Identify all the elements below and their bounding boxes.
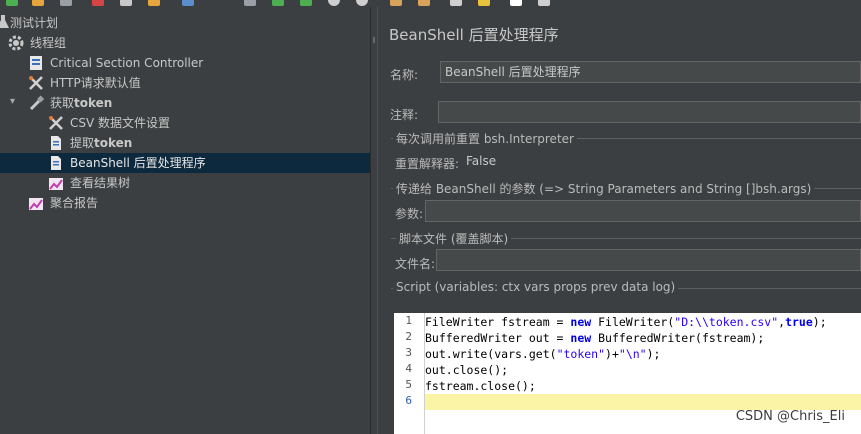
tree-item-csv-config[interactable]: CSV 数据文件设置 — [0, 113, 370, 133]
comment-field[interactable] — [438, 101, 861, 123]
file-group-title: 脚本文件 (覆盖脚本) — [396, 230, 512, 247]
clear-all-icon[interactable] — [478, 0, 490, 6]
code-line[interactable]: out.close(); — [425, 362, 861, 378]
start-icon[interactable] — [272, 0, 284, 6]
gear-icon — [8, 35, 24, 51]
code-line[interactable]: BufferedWriter out = new BufferedWriter(… — [425, 330, 861, 346]
dropper-icon — [28, 95, 45, 111]
shutdown-icon[interactable] — [356, 0, 368, 6]
tree-item-label: 提取token — [70, 136, 133, 150]
params-group-title: 传递给 BeanShell 的参数 (=> String Parameters … — [393, 180, 815, 197]
remote-start-icon[interactable] — [390, 0, 402, 6]
watermark: CSDN @Chris_Eli — [735, 409, 845, 424]
tree-item-extract-token[interactable]: 提取token — [0, 133, 370, 153]
start-no-pause-icon[interactable] — [300, 0, 312, 6]
reset-label: 重置解释器: — [395, 157, 460, 171]
run-icon[interactable] — [6, 0, 18, 6]
line-number: 6 — [405, 394, 412, 407]
name-field[interactable]: BeanShell 后置处理程序 — [440, 61, 861, 83]
test-plan-tree: 测试计划 线程组 Critical Section Controller HTT… — [0, 7, 370, 434]
line-number-gutter: 1 2 3 4 5 6 — [394, 313, 425, 434]
wrench-icon — [28, 75, 44, 91]
tree-item-label: HTTP请求默认值 — [50, 76, 141, 90]
filename-label: 文件名: — [395, 257, 436, 271]
name-label: 名称: — [390, 68, 419, 82]
toolbar — [0, 0, 861, 7]
current-code-line[interactable] — [425, 394, 861, 410]
tree-item-label: BeanShell 后置处理程序 — [70, 156, 206, 170]
tree-item-label: 聚合报告 — [50, 196, 99, 210]
tree-item-aggregate-report[interactable]: 聚合报告 — [0, 193, 370, 213]
page-title: BeanShell 后置处理程序 — [389, 26, 559, 44]
search-icon[interactable] — [510, 0, 522, 6]
tree-item-label: 线程组 — [30, 36, 67, 50]
stop-icon[interactable] — [328, 0, 340, 6]
line-number: 5 — [405, 378, 412, 391]
wrench-icon — [48, 115, 64, 131]
comment-label: 注释: — [390, 108, 419, 122]
remote-stop-icon[interactable] — [418, 0, 430, 6]
tree-item-label: 查看结果树 — [70, 176, 131, 190]
splitter-grip — [373, 37, 375, 43]
expand-icon[interactable] — [182, 0, 194, 6]
script-title: Script (variables: ctx vars props prev d… — [393, 280, 679, 294]
folder-icon[interactable] — [32, 0, 44, 6]
arrow-down-icon[interactable]: ▾ — [10, 95, 20, 109]
tree-item-label: Critical Section Controller — [50, 56, 204, 70]
line-number: 1 — [405, 314, 412, 327]
tree-item-thread-group[interactable]: 线程组 — [0, 33, 370, 53]
filename-field[interactable] — [436, 249, 861, 271]
tree-item-critical-section[interactable]: Critical Section Controller — [0, 53, 370, 73]
tree-item-label: 获取token — [50, 96, 113, 110]
code-line[interactable]: fstream.close(); — [425, 378, 861, 394]
toggle-icon[interactable] — [244, 0, 256, 6]
split-pane-divider[interactable] — [370, 7, 378, 434]
tree-item-http-defaults[interactable]: HTTP请求默认值 — [0, 73, 370, 93]
reset-group-title: 每次调用前重置 bsh.Interpreter — [393, 130, 577, 147]
line-number: 3 — [405, 346, 412, 359]
clear-icon[interactable] — [450, 0, 462, 6]
copy-icon[interactable] — [120, 0, 132, 6]
params-field[interactable] — [425, 200, 861, 222]
controller-icon — [28, 55, 44, 71]
tree-item-view-results[interactable]: 查看结果树 — [0, 173, 370, 193]
tree-item-test-plan[interactable]: 测试计划 — [0, 13, 370, 33]
tree-item-beanshell-post[interactable]: BeanShell 后置处理程序 — [0, 153, 370, 173]
params-label: 参数: — [395, 207, 424, 221]
graph-icon — [48, 175, 64, 191]
graph-icon — [28, 195, 44, 211]
document-icon — [48, 135, 64, 151]
cut-icon[interactable] — [92, 0, 104, 6]
tree-item-get-token[interactable]: ▾ 获取token — [0, 93, 370, 113]
line-number: 2 — [405, 330, 412, 343]
tree-item-label: 测试计划 — [10, 16, 59, 30]
element-config-panel: BeanShell 后置处理程序 名称: BeanShell 后置处理程序 注释… — [379, 7, 861, 434]
paste-icon[interactable] — [148, 0, 160, 6]
reset-select[interactable]: False — [462, 151, 861, 173]
tree-item-label: CSV 数据文件设置 — [70, 116, 171, 130]
save-icon[interactable] — [60, 0, 72, 6]
line-number: 4 — [405, 362, 412, 375]
reset-search-icon[interactable] — [538, 0, 550, 6]
code-line[interactable]: out.write(vars.get("token")+"\n"); — [425, 346, 861, 362]
code-line[interactable]: FileWriter fstream = new FileWriter("D:\… — [425, 314, 861, 330]
document-icon — [48, 155, 64, 171]
